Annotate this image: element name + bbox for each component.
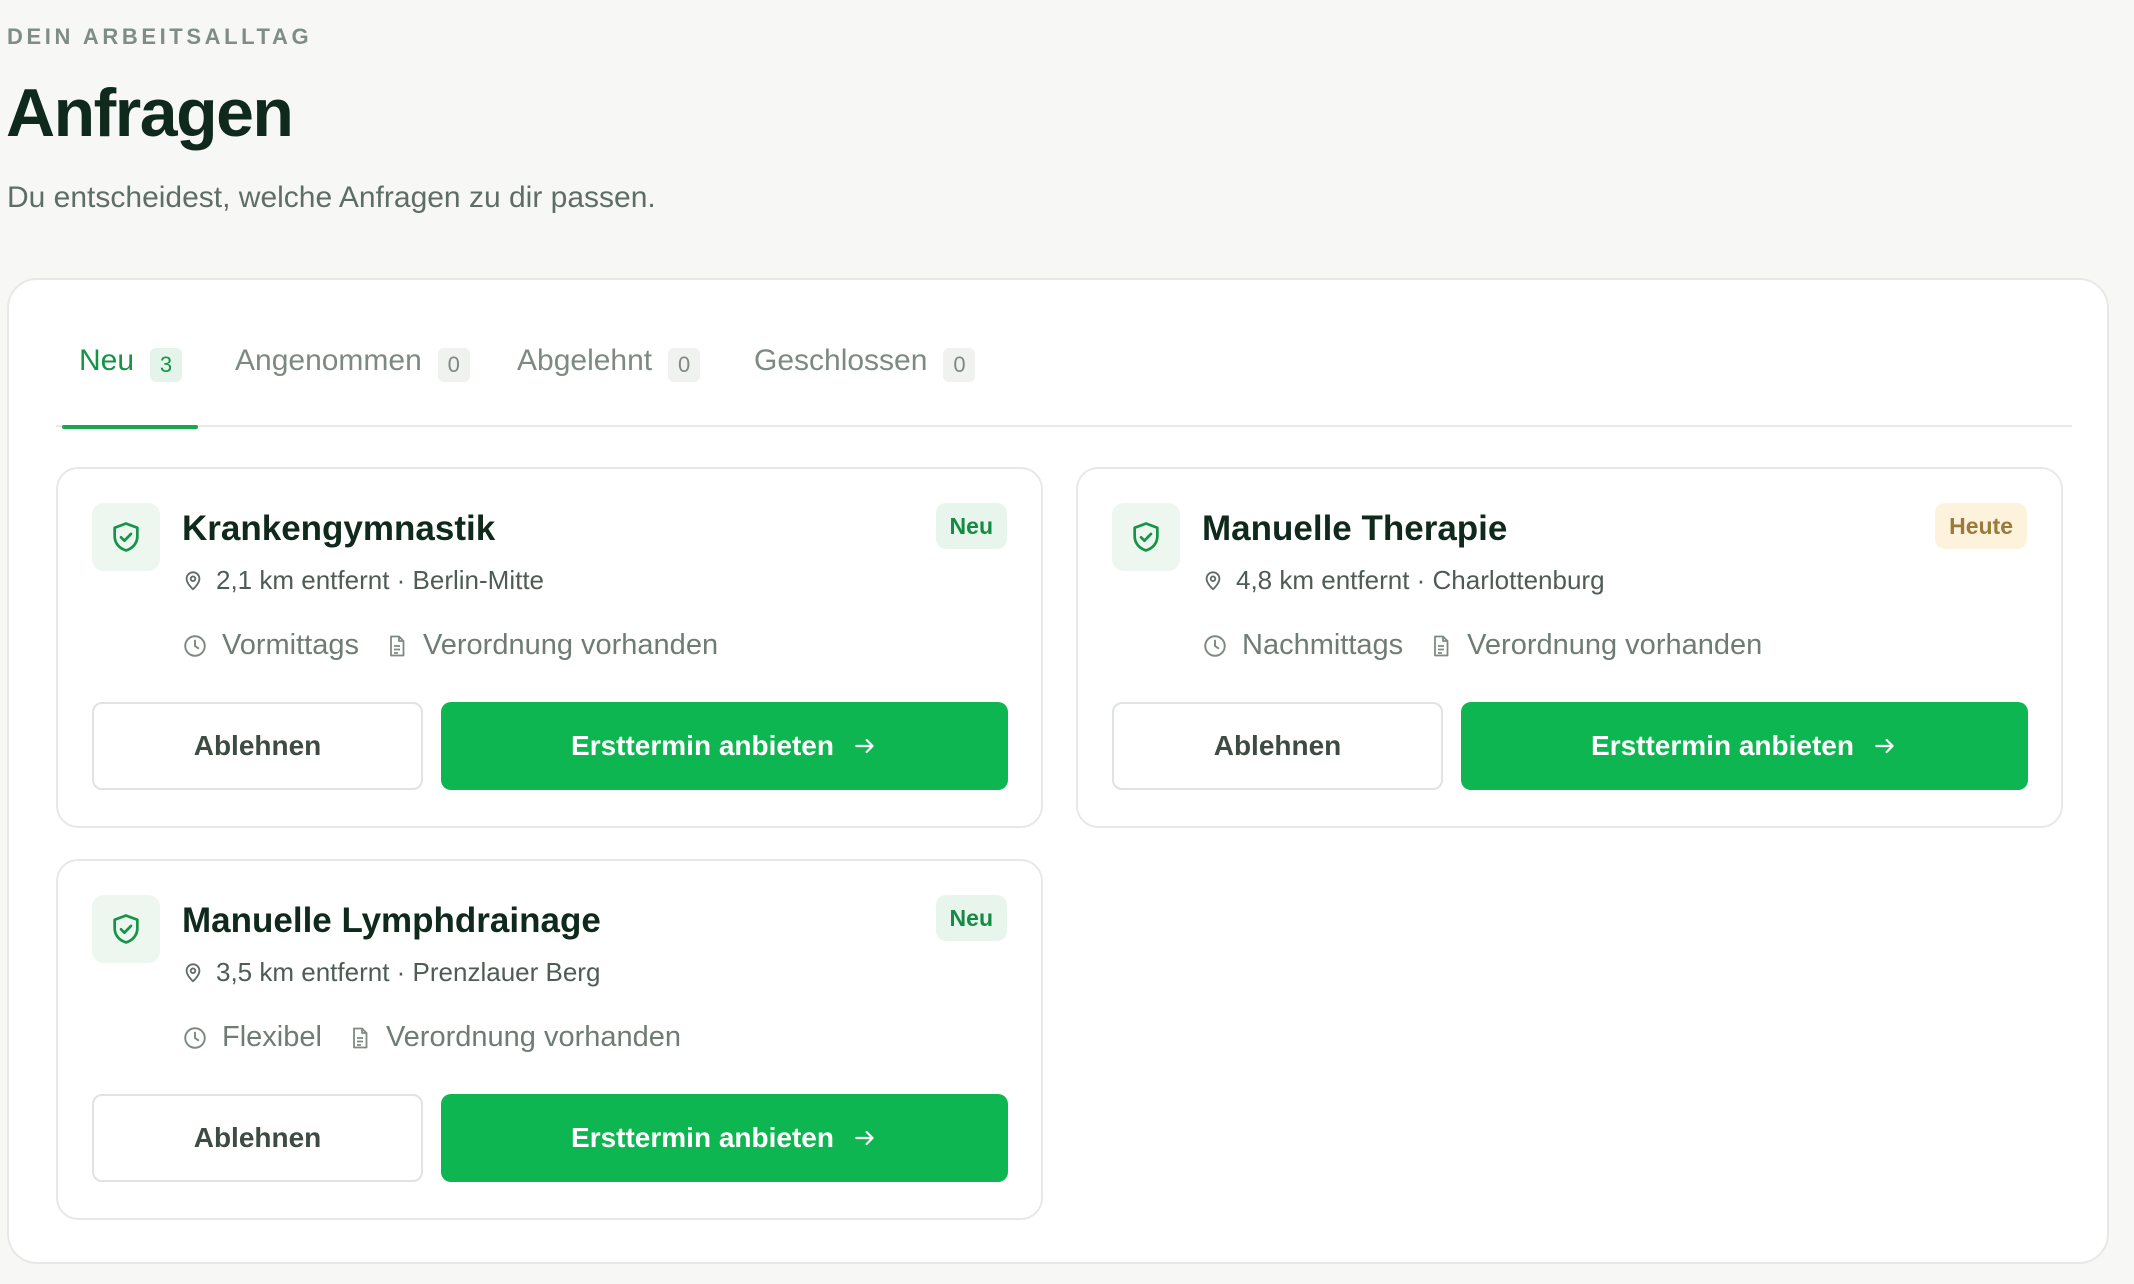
map-pin-icon <box>1205 570 1221 590</box>
page-eyebrow: DEIN ARBEITSALLTAG <box>7 24 313 49</box>
tab-label: Abgelehnt <box>517 344 653 377</box>
request-meta: Vormittags Verordnung vorhanden <box>182 629 744 662</box>
tab-label: Neu <box>79 344 135 377</box>
clock-icon <box>184 634 206 657</box>
request-prescription: Verordnung vorhanden <box>1429 629 1762 662</box>
decline-button[interactable]: Ablehnen <box>1112 702 1443 790</box>
request-time-label: Flexibel <box>222 1021 322 1053</box>
shield-check-icon <box>1112 503 1180 571</box>
offer-appointment-label: Ersttermin anbieten <box>1591 730 1854 761</box>
shield-check-icon <box>92 895 160 963</box>
clock-icon <box>1204 634 1226 657</box>
requests-panel: Neu 3 Angenommen 0 Abgelehnt 0 Geschloss… <box>7 278 2109 1264</box>
tab-label: Geschlossen <box>754 344 928 377</box>
offer-appointment-button[interactable]: Ersttermin anbieten <box>441 702 1008 790</box>
page-subtitle: Du entscheidest, welche Anfragen zu dir … <box>7 181 656 214</box>
tab-label: Angenommen <box>235 344 422 377</box>
map-pin-icon <box>185 570 201 590</box>
page-title: Anfragen <box>6 75 294 151</box>
map-pin-icon <box>185 962 201 982</box>
request-card: Krankengymnastik Neu 2,1 km entfernt · B… <box>56 467 1043 828</box>
request-time-label: Vormittags <box>222 629 359 661</box>
tab-neu[interactable]: Neu 3 <box>61 336 199 429</box>
request-prescription: Verordnung vorhanden <box>385 629 718 662</box>
request-time-label: Nachmittags <box>1242 629 1404 661</box>
request-card: Manuelle Therapie Heute 4,8 km entfernt … <box>1076 467 2063 828</box>
request-time: Flexibel <box>182 1021 322 1054</box>
tab-count-badge: 0 <box>943 348 976 382</box>
request-time: Nachmittags <box>1202 629 1403 662</box>
tab-abgelehnt[interactable]: Abgelehnt 0 <box>517 336 701 427</box>
document-icon <box>1434 635 1449 656</box>
request-prescription-label: Verordnung vorhanden <box>385 1021 682 1053</box>
request-title: Manuelle Therapie <box>1202 509 1508 548</box>
request-prescription-label: Verordnung vorhanden <box>423 629 719 661</box>
document-icon <box>390 635 405 656</box>
arrow-right-icon <box>1872 733 1898 759</box>
request-title: Manuelle Lymphdrainage <box>182 901 601 940</box>
request-meta: Nachmittags Verordnung vorhanden <box>1202 629 1788 662</box>
separator-dot: · <box>389 565 413 595</box>
tab-geschlossen[interactable]: Geschlossen 0 <box>754 336 976 427</box>
decline-button[interactable]: Ablehnen <box>92 1094 423 1182</box>
request-title: Krankengymnastik <box>182 509 496 548</box>
request-area: Charlottenburg <box>1432 565 1605 595</box>
request-distance: 3,5 km entfernt <box>216 957 390 987</box>
offer-appointment-button[interactable]: Ersttermin anbieten <box>441 1094 1008 1182</box>
tab-bar: Neu 3 Angenommen 0 Abgelehnt 0 Geschloss… <box>56 336 2072 429</box>
offer-appointment-label: Ersttermin anbieten <box>571 730 834 761</box>
request-prescription: Verordnung vorhanden <box>348 1021 681 1054</box>
decline-button[interactable]: Ablehnen <box>92 702 423 790</box>
request-area: Prenzlauer Berg <box>412 957 601 987</box>
request-distance: 2,1 km entfernt <box>216 565 390 595</box>
request-distance: 4,8 km entfernt <box>1236 565 1410 595</box>
request-meta: Flexibel Verordnung vorhanden <box>182 1021 707 1054</box>
request-location: 3,5 km entfernt · Prenzlauer Berg <box>182 957 600 988</box>
separator-dot: · <box>1409 565 1433 595</box>
arrow-right-icon <box>852 733 878 759</box>
offer-appointment-button[interactable]: Ersttermin anbieten <box>1461 702 2028 790</box>
request-card: Manuelle Lymphdrainage Neu 3,5 km entfer… <box>56 859 1043 1220</box>
request-area: Berlin-Mitte <box>412 565 545 595</box>
status-badge: Neu <box>935 895 1007 941</box>
clock-icon <box>184 1026 206 1049</box>
request-location: 2,1 km entfernt · Berlin-Mitte <box>182 565 544 596</box>
page: DEIN ARBEITSALLTAG Anfragen Du entscheid… <box>0 0 2134 1284</box>
arrow-right-icon <box>852 1125 878 1151</box>
request-prescription-label: Verordnung vorhanden <box>1467 629 1763 661</box>
status-badge: Neu <box>935 503 1007 549</box>
offer-appointment-label: Ersttermin anbieten <box>571 1122 834 1153</box>
status-badge: Heute <box>1935 503 2027 549</box>
request-time: Vormittags <box>182 629 359 662</box>
tab-angenommen[interactable]: Angenommen 0 <box>235 336 470 427</box>
document-icon <box>353 1027 368 1048</box>
tab-count-badge: 0 <box>437 348 470 382</box>
request-location: 4,8 km entfernt · Charlottenburg <box>1202 565 1605 596</box>
shield-check-icon <box>92 503 160 571</box>
tab-count-badge: 3 <box>150 348 183 382</box>
tab-count-badge: 0 <box>668 348 701 382</box>
separator-dot: · <box>389 957 413 987</box>
